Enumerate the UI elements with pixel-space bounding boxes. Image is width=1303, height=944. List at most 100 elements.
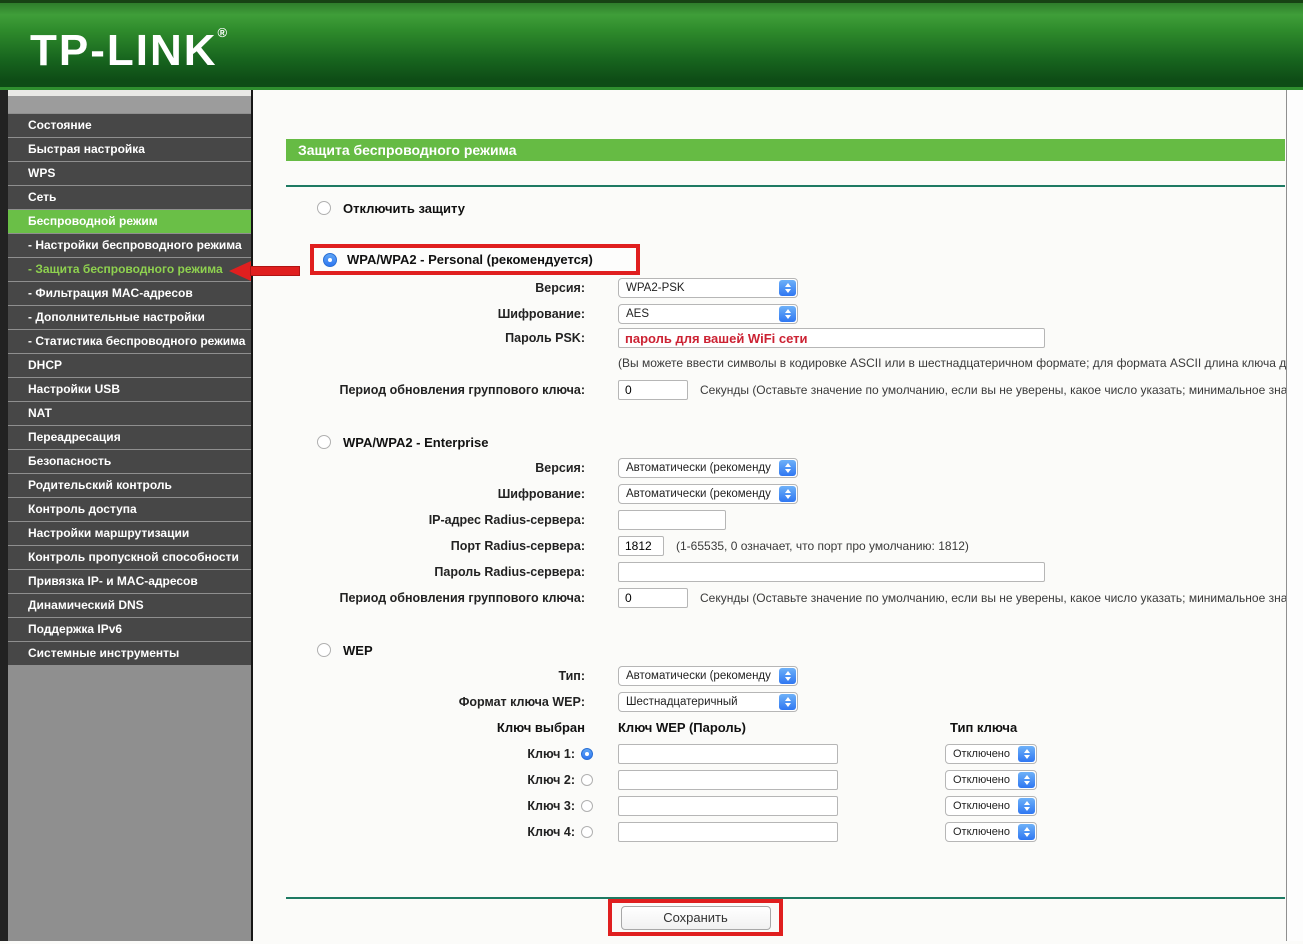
sidebar-top-strip [8, 96, 251, 113]
sidebar-item-label: Настройки маршрутизации [28, 526, 190, 540]
ent-cipher-select[interactable]: Автоматически (рекоменду [618, 484, 798, 504]
sidebar-item[interactable]: Привязка IP- и MAC-адресов [8, 569, 251, 593]
radius-ip-input[interactable] [618, 510, 726, 530]
wep-key-input[interactable] [618, 744, 838, 764]
select-stepper-icon [1018, 746, 1035, 762]
sidebar-item-label: NAT [28, 406, 52, 420]
option-personal-label: WPA/WPA2 - Personal (рекомендуется) [347, 252, 593, 267]
sidebar-item[interactable]: Поддержка IPv6 [8, 617, 251, 641]
sidebar-item-label: - Фильтрация MAC-адресов [28, 286, 193, 300]
wep-key-type-select[interactable]: Отключено [945, 770, 1037, 790]
sidebar-item-label: Поддержка IPv6 [28, 622, 123, 636]
radio-wep[interactable] [317, 643, 331, 657]
col-wep-key: Ключ WEP (Пароль) [618, 720, 746, 735]
personal-version-label: Версия: [535, 281, 585, 295]
arrow-head-icon [229, 261, 251, 281]
row-radius-port: Порт Radius-сервера: (1-65535, 0 означае… [253, 536, 1285, 556]
wep-key-type-select[interactable]: Отключено [945, 796, 1037, 816]
sidebar-item-label: WPS [28, 166, 56, 180]
wep-key-type-select[interactable]: Отключено [945, 822, 1037, 842]
personal-gkup-input[interactable] [618, 380, 688, 400]
sidebar-item[interactable]: NAT [8, 401, 251, 425]
option-wep-label: WEP [343, 642, 373, 658]
wep-key-input[interactable] [618, 796, 838, 816]
sidebar-item[interactable]: Сеть [8, 185, 251, 209]
wep-key-type-value: Отключено [953, 774, 1010, 786]
option-enterprise-label: WPA/WPA2 - Enterprise [343, 434, 489, 450]
sidebar-item[interactable]: Родительский контроль [8, 473, 251, 497]
wep-key-label: Ключ 3: [527, 799, 575, 813]
psk-hint: (Вы можете ввести символы в кодировке AS… [618, 356, 1287, 370]
tplink-logo: TP-LINK® [30, 25, 227, 76]
option-wpa-enterprise[interactable]: WPA/WPA2 - Enterprise [317, 433, 488, 451]
sidebar-item-label: Привязка IP- и MAC-адресов [28, 574, 198, 588]
app-header: TP-LINK® [0, 0, 1303, 90]
sidebar-item[interactable]: Динамический DNS [8, 593, 251, 617]
wep-key-input[interactable] [618, 822, 838, 842]
personal-cipher-select[interactable]: AES [618, 304, 798, 324]
annotation-arrow-icon [229, 261, 302, 281]
sidebar-item[interactable]: Безопасность [8, 449, 251, 473]
radius-ip-label: IP-адрес Radius-сервера: [428, 513, 585, 527]
sidebar-item-label: Контроль пропускной способности [28, 550, 239, 564]
sidebar-item[interactable]: Системные инструменты [8, 641, 251, 665]
ent-gkup-input[interactable] [618, 588, 688, 608]
option-disable-label: Отключить защиту [343, 200, 465, 216]
sidebar-item[interactable]: WPS [8, 161, 251, 185]
sidebar-item-label: Безопасность [28, 454, 112, 468]
sidebar-item[interactable]: - Статистика беспроводного режима [8, 329, 251, 353]
wep-key-row: Ключ 4: Отключено [253, 822, 1285, 842]
page-title: Защита беспроводного режима [286, 139, 1285, 161]
sidebar-item[interactable]: Переадресация [8, 425, 251, 449]
radius-port-label: Порт Radius-сервера: [450, 539, 585, 553]
sidebar-item[interactable]: - Фильтрация MAC-адресов [8, 281, 251, 305]
row-personal-cipher: Шифрование: AES [253, 304, 1285, 324]
psk-password-label: Пароль PSK: [505, 331, 585, 345]
radius-password-label: Пароль Radius-сервера: [434, 565, 585, 579]
wep-type-select[interactable]: Автоматически (рекоменду [618, 666, 798, 686]
radio-wpa-personal[interactable] [323, 252, 337, 267]
sidebar-item[interactable]: - Дополнительные настройки [8, 305, 251, 329]
wep-key-radio[interactable] [581, 826, 593, 838]
sidebar-item-label: Настройки USB [28, 382, 120, 396]
sidebar-item-label: Контроль доступа [28, 502, 137, 516]
wep-key-radio[interactable] [581, 774, 593, 786]
ent-version-label: Версия: [535, 461, 585, 475]
wep-key-row: Ключ 1: Отключено [253, 744, 1285, 764]
save-button[interactable]: Сохранить [620, 905, 771, 930]
top-divider [286, 185, 1285, 187]
sidebar-item[interactable]: Настройки USB [8, 377, 251, 401]
sidebar-item[interactable]: Контроль пропускной способности [8, 545, 251, 569]
radius-port-input[interactable] [618, 536, 664, 556]
sidebar-item[interactable]: DHCP [8, 353, 251, 377]
select-stepper-icon [779, 306, 796, 322]
wep-format-label: Формат ключа WEP: [458, 695, 585, 709]
main-content: Защита беспроводного режима Отключить за… [253, 90, 1303, 941]
select-stepper-icon [779, 694, 796, 710]
personal-version-select[interactable]: WPA2-PSK [618, 278, 798, 298]
wep-format-select[interactable]: Шестнадцатеричный [618, 692, 798, 712]
sidebar-item-label: Состояние [28, 118, 92, 132]
psk-password-input[interactable] [618, 328, 1045, 348]
wep-key-input[interactable] [618, 770, 838, 790]
sidebar-item[interactable]: Быстрая настройка [8, 137, 251, 161]
sidebar-item[interactable]: Настройки маршрутизации [8, 521, 251, 545]
radio-wpa-enterprise[interactable] [317, 435, 331, 449]
arrow-shaft [250, 266, 300, 276]
ent-version-select[interactable]: Автоматически (рекоменду [618, 458, 798, 478]
sidebar-item[interactable]: - Настройки беспроводного режима [8, 233, 251, 257]
wep-type-value: Автоматически (рекоменду [626, 670, 771, 682]
sidebar-item[interactable]: Контроль доступа [8, 497, 251, 521]
sidebar-item[interactable]: - Защита беспроводного режима [8, 257, 251, 281]
sidebar-item[interactable]: Беспроводной режим [8, 209, 251, 233]
radio-disable-security[interactable] [317, 201, 331, 215]
personal-cipher-label: Шифрование: [497, 307, 585, 321]
wep-key-type-select[interactable]: Отключено [945, 744, 1037, 764]
scrollbar-track[interactable] [1286, 90, 1303, 941]
option-wep[interactable]: WEP [317, 641, 373, 659]
option-disable-security[interactable]: Отключить защиту [317, 199, 465, 217]
sidebar-item[interactable]: Состояние [8, 113, 251, 137]
wep-key-radio[interactable] [581, 800, 593, 812]
radius-password-input[interactable] [618, 562, 1045, 582]
wep-key-radio[interactable] [581, 748, 593, 760]
